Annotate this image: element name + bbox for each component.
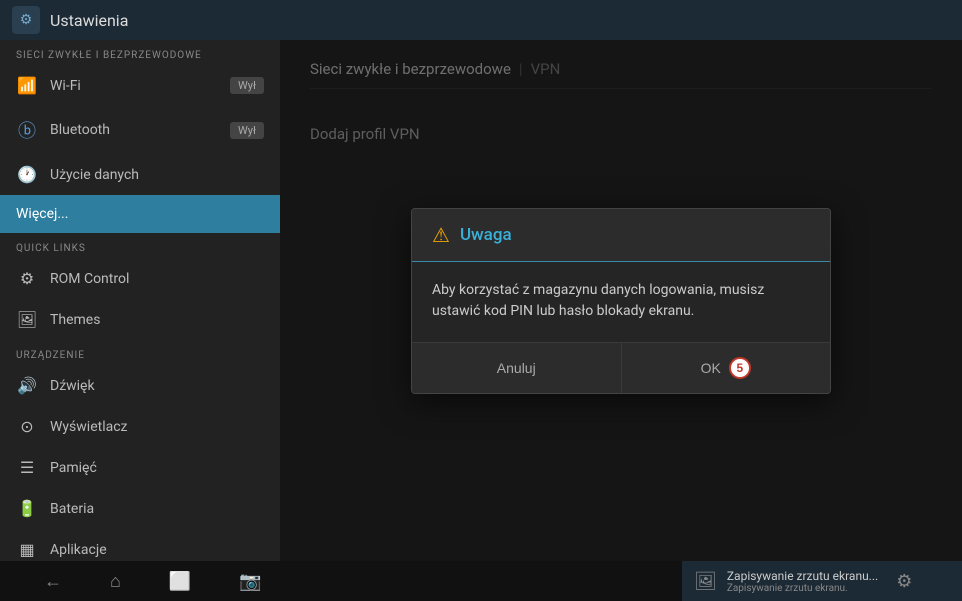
- sidebar-section-quicklinks: QUICK LINKS: [0, 233, 280, 258]
- wifi-toggle[interactable]: Wył: [230, 77, 264, 94]
- sidebar-label-wifi: Wi-Fi: [50, 78, 218, 94]
- screenshot-notification[interactable]: 🖼 Zapisywanie zrzutu ekranu... Zapisywan…: [682, 561, 962, 601]
- sidebar-label-more: Więcej...: [16, 206, 264, 222]
- apps-icon: ▦: [16, 540, 38, 559]
- nav-recent-button[interactable]: ⬜: [145, 561, 215, 601]
- notification-icon: 🖼: [694, 571, 717, 592]
- dialog-ok-button[interactable]: OK 5: [621, 343, 831, 393]
- sidebar-section-networks: SIECI ZWYKŁE I BEZPRZEWODOWE: [0, 40, 280, 65]
- warning-icon: ⚠: [432, 223, 450, 247]
- dialog-body: Aby korzystać z magazynu danych logowani…: [412, 262, 830, 342]
- sidebar-section-device: URZĄDZENIE: [0, 340, 280, 365]
- themes-icon: 🖼: [16, 310, 38, 329]
- battery-icon: 🔋: [16, 499, 38, 518]
- storage-icon: ☰: [16, 458, 38, 477]
- main-layout: SIECI ZWYKŁE I BEZPRZEWODOWE 📶 Wi-Fi Wył…: [0, 40, 962, 561]
- sound-icon: 🔊: [16, 376, 38, 395]
- sidebar-item-storage[interactable]: ☰ Pamięć: [0, 447, 280, 488]
- notification-settings-icon[interactable]: ⚙: [896, 571, 912, 592]
- dialog-title: Uwaga: [460, 225, 512, 245]
- sidebar-item-apps[interactable]: ▦ Aplikacje: [0, 529, 280, 561]
- nav-home-button[interactable]: ⌂: [86, 561, 145, 601]
- sidebar-label-battery: Bateria: [50, 501, 264, 517]
- sidebar-label-bluetooth: Bluetooth: [50, 122, 218, 138]
- nav-buttons: ← ⌂ ⬜ 📷: [0, 561, 682, 601]
- bluetooth-icon: ⓑ: [16, 117, 38, 143]
- step-badge: 5: [729, 357, 751, 379]
- ok-label: OK: [701, 360, 721, 376]
- sidebar-label-display: Wyświetlacz: [50, 419, 264, 435]
- sidebar-item-romcontrol[interactable]: ⚙ ROM Control: [0, 258, 280, 299]
- sidebar-item-display[interactable]: ⊙ Wyświetlacz: [0, 406, 280, 447]
- sidebar-item-battery[interactable]: 🔋 Bateria: [0, 488, 280, 529]
- alert-dialog: ⚠ Uwaga Aby korzystać z magazynu danych …: [411, 208, 831, 394]
- sidebar-item-wifi[interactable]: 📶 Wi-Fi Wył: [0, 65, 280, 106]
- nav-screenshot-button[interactable]: 📷: [215, 561, 285, 601]
- display-icon: ⊙: [16, 417, 38, 436]
- dialog-title-bar: ⚠ Uwaga: [412, 209, 830, 262]
- top-bar: ⚙ Ustawienia: [0, 0, 962, 40]
- usage-icon: 🕐: [16, 165, 38, 184]
- sidebar-item-more[interactable]: Więcej...: [0, 195, 280, 233]
- sidebar-item-sound[interactable]: 🔊 Dźwięk: [0, 365, 280, 406]
- sidebar-label-romcontrol: ROM Control: [50, 271, 264, 287]
- bottom-bar: ← ⌂ ⬜ 📷 🖼 Zapisywanie zrzutu ekranu... Z…: [0, 561, 962, 601]
- sidebar-item-themes[interactable]: 🖼 Themes: [0, 299, 280, 340]
- notification-text-block: Zapisywanie zrzutu ekranu... Zapisywanie…: [727, 569, 878, 594]
- dialog-cancel-button[interactable]: Anuluj: [412, 343, 621, 393]
- dialog-actions: Anuluj OK 5: [412, 342, 830, 393]
- app-title: Ustawienia: [50, 11, 128, 30]
- sidebar-item-usage[interactable]: 🕐 Użycie danych: [0, 154, 280, 195]
- sidebar-label-sound: Dźwięk: [50, 378, 264, 394]
- notification-title: Zapisywanie zrzutu ekranu...: [727, 569, 878, 583]
- sidebar-label-themes: Themes: [50, 312, 264, 328]
- dialog-overlay: ⚠ Uwaga Aby korzystać z magazynu danych …: [280, 40, 962, 561]
- sidebar: SIECI ZWYKŁE I BEZPRZEWODOWE 📶 Wi-Fi Wył…: [0, 40, 280, 561]
- wifi-icon: 📶: [16, 76, 38, 95]
- sidebar-label-storage: Pamięć: [50, 460, 264, 476]
- sidebar-label-apps: Aplikacje: [50, 542, 264, 558]
- app-icon: ⚙: [12, 6, 40, 34]
- sidebar-item-bluetooth[interactable]: ⓑ Bluetooth Wył: [0, 106, 280, 154]
- notification-subtitle: Zapisywanie zrzutu ekranu.: [727, 583, 878, 594]
- bluetooth-toggle[interactable]: Wył: [230, 122, 264, 139]
- sidebar-label-usage: Użycie danych: [50, 167, 264, 183]
- nav-back-button[interactable]: ←: [20, 561, 86, 601]
- content-area: Sieci zwykłe i bezprzewodowe | VPN Dodaj…: [280, 40, 962, 561]
- romcontrol-icon: ⚙: [16, 269, 38, 288]
